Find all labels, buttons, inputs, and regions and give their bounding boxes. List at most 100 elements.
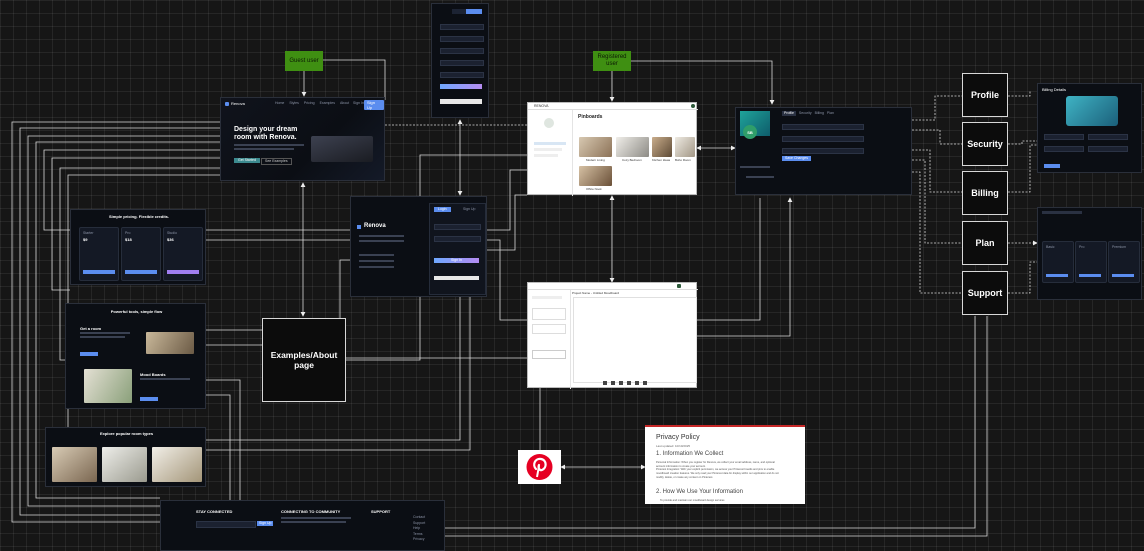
nav-item[interactable]: Pricing [304, 101, 315, 106]
form-field[interactable] [440, 36, 484, 42]
billing-title: Billing Details [1042, 87, 1067, 92]
logo-icon [225, 102, 229, 106]
tab-plan[interactable]: Plan [827, 111, 834, 116]
tab-login[interactable] [452, 9, 466, 14]
feature-heading: Get a room [80, 326, 102, 331]
room-type-image[interactable] [102, 447, 147, 482]
landing-screen: Renova Home Styles Pricing Examples Abou… [220, 97, 385, 181]
form-field[interactable] [440, 72, 484, 78]
sidebar-item[interactable] [534, 154, 558, 157]
footer-link[interactable]: Help [413, 526, 425, 531]
google-button[interactable] [440, 99, 482, 104]
nav-item[interactable]: Styles [289, 101, 299, 106]
tier-name: Basic [1046, 245, 1055, 249]
editor-panel-item[interactable] [532, 296, 562, 299]
form-field[interactable] [440, 60, 484, 66]
nav-item[interactable]: About [340, 101, 349, 106]
editor-action-icon[interactable] [677, 284, 681, 288]
editor-header [528, 283, 698, 290]
sidebar-item[interactable] [534, 142, 566, 145]
auth-description [359, 240, 404, 242]
nav-item[interactable]: Examples [320, 101, 335, 106]
subscribe-input[interactable] [196, 521, 256, 528]
feature-button[interactable] [80, 352, 98, 356]
email-field[interactable] [434, 224, 481, 230]
tab-profile[interactable]: Profile [782, 111, 796, 116]
feature-button[interactable] [140, 397, 158, 401]
pinboard-card[interactable] [579, 166, 612, 186]
moodboard-canvas[interactable] [573, 297, 697, 383]
footer-link[interactable]: Privacy [413, 537, 425, 542]
pricing-screen: Simple pricing. Flexible credits. Starte… [70, 209, 206, 285]
avatar[interactable] [691, 104, 695, 108]
plan-button[interactable] [125, 270, 157, 274]
pinboard-name: Modern Living [586, 158, 605, 162]
tier-button[interactable] [1046, 274, 1068, 277]
sidebar-item[interactable] [534, 148, 562, 151]
tool-icon[interactable] [619, 381, 623, 385]
tab-signup[interactable]: Sign Up [460, 207, 478, 212]
pinboard-card[interactable] [675, 137, 695, 157]
tab-billing[interactable]: Billing [815, 111, 824, 116]
tier-button[interactable] [1079, 274, 1101, 277]
tool-icon[interactable] [611, 381, 615, 385]
tool-icon[interactable] [627, 381, 631, 385]
pinboard-name: Boho Room [675, 158, 691, 162]
billing-save-button[interactable] [1044, 164, 1060, 168]
footer-link[interactable]: Support [413, 521, 425, 526]
submit-button[interactable] [440, 84, 482, 89]
billing-screen: Billing Details [1037, 83, 1142, 173]
tab-security[interactable]: Security [799, 111, 812, 116]
save-button[interactable]: Save Changes [782, 156, 811, 161]
form-field[interactable] [440, 48, 484, 54]
footer-col-title: STAY CONNECTED [196, 509, 233, 514]
room-type-image[interactable] [152, 447, 202, 482]
signin-link[interactable]: Sign In [353, 101, 364, 106]
footer-link[interactable]: Contact [413, 515, 425, 520]
moodboard-image [84, 369, 132, 403]
profile-field[interactable] [782, 124, 864, 130]
billing-field[interactable] [1044, 146, 1084, 152]
editor-title: Project Name - Untitled Moodboard [572, 291, 620, 295]
plan-button[interactable] [167, 270, 199, 274]
tool-icon[interactable] [603, 381, 607, 385]
plan-button[interactable] [83, 270, 115, 274]
billing-field[interactable] [1088, 146, 1128, 152]
pinboard-card[interactable] [579, 137, 612, 157]
tool-icon[interactable] [643, 381, 647, 385]
signin-button[interactable]: Sign In [434, 258, 479, 263]
privacy-section-heading: 2. How We Use Your Information [656, 489, 743, 495]
dashboard-heading: Pinboards [578, 114, 603, 120]
password-field[interactable] [434, 236, 481, 242]
auth-feature [359, 266, 394, 268]
signup-button[interactable]: Sign Up [364, 100, 384, 111]
guest-user-tag: Guest user [285, 51, 323, 71]
billing-field[interactable] [1044, 134, 1084, 140]
avatar: SB [743, 125, 757, 139]
cta-secondary[interactable]: See Examples [261, 158, 292, 165]
examples-about-box: Examples/About page [262, 318, 346, 402]
footer-link[interactable]: Terms [413, 532, 425, 537]
nav-item[interactable]: Home [275, 101, 284, 106]
editor-panel-field[interactable] [532, 324, 566, 334]
tab-login[interactable]: Login [434, 207, 451, 212]
pinboard-card[interactable] [652, 137, 672, 157]
editor-panel-field[interactable] [532, 308, 566, 320]
form-field[interactable] [440, 24, 484, 30]
billing-field[interactable] [1088, 134, 1128, 140]
tool-icon[interactable] [635, 381, 639, 385]
cta-primary[interactable]: Get Started [234, 158, 260, 163]
profile-field[interactable] [782, 136, 864, 142]
pricing-title: Simple pricing. Flexible credits. [108, 214, 170, 219]
tab-signup[interactable] [466, 9, 482, 14]
pinboard-card[interactable] [616, 137, 649, 157]
room-type-image[interactable] [52, 447, 97, 482]
tier-button[interactable] [1112, 274, 1134, 277]
subscribe-button[interactable]: Sign Up [257, 521, 274, 526]
flow-diagram: Guest user Registered user Renova Home S… [0, 0, 1144, 551]
editor-panel-button[interactable] [532, 350, 566, 359]
footer-col-title: SUPPORT [371, 509, 391, 514]
google-button[interactable] [434, 276, 479, 280]
plan-tabs [1042, 211, 1082, 214]
profile-field[interactable] [782, 148, 864, 154]
